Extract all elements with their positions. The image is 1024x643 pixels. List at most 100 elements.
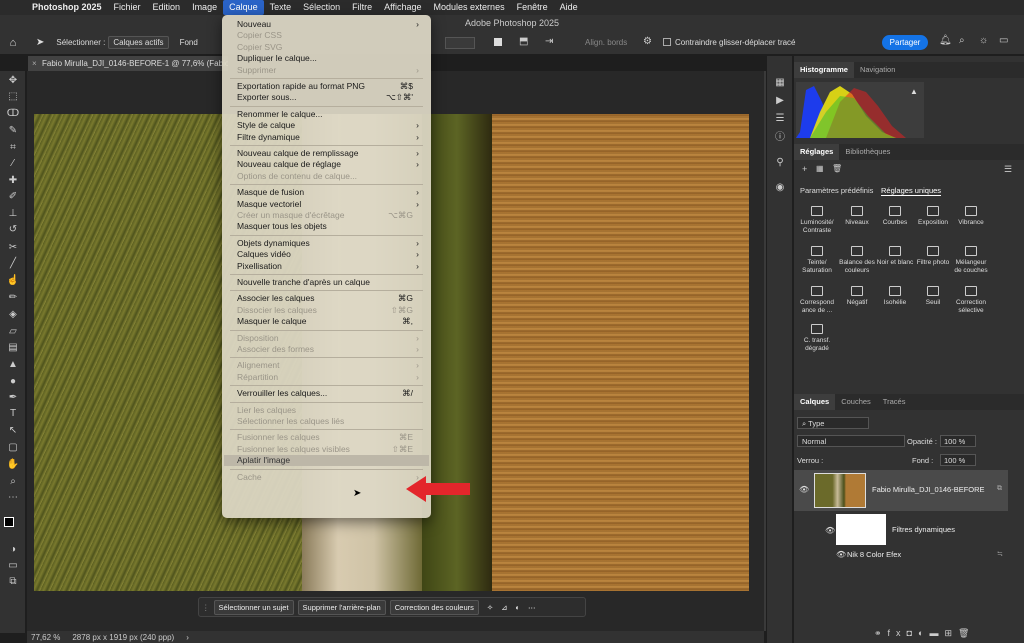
quick-mask-icon[interactable]: ◑ <box>5 543 21 557</box>
menu-item[interactable]: Masquer le calque ⌘, <box>237 316 423 327</box>
adj-curves[interactable]: Courbes <box>876 206 914 227</box>
document-tab[interactable]: × Fabio Mirulla_DJI_0146-BEFORE-1 @ 77,6… <box>28 56 228 71</box>
workspace-icon[interactable]: ▭ <box>999 35 1008 46</box>
new-layer-icon[interactable]: ⊞ <box>944 628 958 638</box>
more-icon[interactable]: ⋯ <box>5 491 21 505</box>
menu-item[interactable]: Nouveau calque de remplissage › <box>237 148 423 159</box>
drag-handle-icon[interactable]: ⋮ <box>202 603 210 612</box>
menu-item[interactable]: Masquer tous les objets <box>237 221 423 232</box>
adj-posterize[interactable]: Isohélie <box>876 286 914 307</box>
history-panel-icon[interactable]: ▦ <box>772 76 788 90</box>
dodge-icon[interactable]: ● <box>5 375 21 389</box>
mask-icon[interactable]: ◐ <box>516 603 521 612</box>
layer-row[interactable]: 👁︎ Fabio Mirulla_DJI_0146-BEFORE ⧉ <box>794 470 1008 511</box>
list-view-icon[interactable]: ☰ <box>1004 164 1012 175</box>
menu-item[interactable]: Aplatir l'image <box>224 455 429 467</box>
menu-item[interactable]: Masque de fusion › <box>237 187 423 198</box>
menu-item[interactable]: Pixellisation › <box>237 261 423 272</box>
adj-color-balance[interactable]: Balance des couleurs <box>838 246 876 275</box>
brush-icon[interactable]: ✐ <box>5 190 21 204</box>
menu-item[interactable]: Nouvelle tranche d'après un calque <box>237 277 423 288</box>
blur-icon[interactable]: ▲ <box>5 358 21 372</box>
eraser-icon[interactable]: ▱ <box>5 325 21 339</box>
adj-color-lookup[interactable]: Correspond ance de ... <box>798 286 836 315</box>
menu-fichier[interactable]: Fichier <box>108 0 147 15</box>
layer-name[interactable]: Fabio Mirulla_DJI_0146-BEFORE <box>872 485 985 494</box>
menu-calque[interactable]: Calque <box>223 0 264 15</box>
info-icon[interactable]: ⓘ <box>772 131 788 145</box>
menu-item[interactable]: Renommer le calque... <box>237 109 423 120</box>
filter-mask-thumbnail[interactable] <box>836 514 886 545</box>
remove-background-button[interactable]: Supprimer l'arrière-plan <box>297 599 386 615</box>
crop-icon[interactable]: ⌗ <box>5 141 21 155</box>
adj-exposure[interactable]: Exposition <box>914 206 952 227</box>
adj-levels[interactable]: Niveaux <box>838 206 876 227</box>
quick-select-icon[interactable]: ✎ <box>5 124 21 138</box>
search-icon[interactable]: ⌕ <box>959 35 965 46</box>
mask-icon[interactable]: ◘ <box>907 628 918 638</box>
tab-channels[interactable]: Couches <box>835 394 877 410</box>
scissors-icon[interactable]: ✂ <box>5 241 21 255</box>
tab-layers[interactable]: Calques <box>794 394 836 410</box>
smart-filters-row[interactable]: 👁︎ Filtres dynamiques <box>794 512 1008 546</box>
menu-texte[interactable]: Texte <box>264 0 298 15</box>
align-icon[interactable]: ⬒ <box>519 36 528 47</box>
menu-item[interactable]: Masque vectoriel › <box>237 199 423 210</box>
transform-icon[interactable]: ⊿ <box>501 603 507 612</box>
menu-image[interactable]: Image <box>186 0 223 15</box>
select-subject-button[interactable]: Sélectionner un sujet <box>213 599 294 615</box>
smudge-icon[interactable]: ☝ <box>5 274 21 288</box>
eyedropper-icon[interactable]: ⁄ <box>5 157 21 171</box>
folder-icon[interactable]: ▬ <box>929 628 944 638</box>
tab-navigation[interactable]: Navigation <box>854 62 901 78</box>
fx-icon[interactable]: fx <box>888 628 907 638</box>
constrain-checkbox[interactable] <box>663 38 671 46</box>
presets-tab[interactable]: Paramètres prédéfinis <box>800 186 873 195</box>
adjustment-icon[interactable]: ◐ <box>918 628 929 638</box>
menu-item[interactable]: Dupliquer le calque... <box>237 53 423 64</box>
pencil-icon[interactable]: ✏ <box>5 291 21 305</box>
opacity-field[interactable]: 100 % <box>940 435 976 447</box>
zoom-level[interactable]: 77,62 % <box>31 633 60 642</box>
adj-photo-filter[interactable]: Filtre photo <box>914 246 952 267</box>
menu-item[interactable]: Exporter sous... ⌥⇧⌘' <box>237 92 423 103</box>
tab-histogram[interactable]: Histogramme <box>794 62 854 78</box>
menu-fenetre[interactable]: Fenêtre <box>511 0 554 15</box>
path-select-icon[interactable]: ↖ <box>5 424 21 438</box>
paths-icon[interactable]: ⚲ <box>772 156 788 170</box>
grid-icon[interactable]: ▦ <box>816 164 824 173</box>
eye-icon[interactable]: 👁︎ <box>799 485 809 494</box>
menu-item[interactable]: Filtre dynamique › <box>237 132 423 143</box>
distribute-icon[interactable]: ⇥ <box>545 36 553 47</box>
pen-brush-icon[interactable]: ╱ <box>5 257 21 271</box>
menu-item[interactable]: Associer les calques ⌘G <box>237 293 423 304</box>
eye-icon[interactable]: 👁︎ <box>836 550 846 559</box>
add-icon[interactable]: + <box>802 164 807 174</box>
menu-item[interactable]: Nouveau calque de réglage › <box>237 159 423 170</box>
more-options-icon[interactable]: ⋯ <box>528 603 536 612</box>
menu-item[interactable]: Exportation rapide au format PNG ⌘$ <box>237 81 423 92</box>
gear-icon[interactable]: ⚙ <box>643 36 652 47</box>
properties-icon[interactable]: ☰ <box>772 112 788 126</box>
fill-field[interactable]: 100 % <box>940 454 976 466</box>
adj-selective-color[interactable]: Correction sélective <box>952 286 990 315</box>
pen-icon[interactable]: ✒ <box>5 391 21 405</box>
foreground-color[interactable] <box>4 517 14 527</box>
tab-adjustments[interactable]: Réglages <box>794 144 840 160</box>
select-dropdown[interactable]: Calques actifs <box>108 36 169 49</box>
adj-invert[interactable]: Négatif <box>838 286 876 307</box>
align-edges-label[interactable]: Align. bords <box>585 38 627 47</box>
menu-item[interactable]: Objets dynamiques › <box>237 238 423 249</box>
trash-icon[interactable]: 🗑︎ <box>958 628 975 638</box>
healing-icon[interactable]: ✚ <box>5 174 21 188</box>
adj-channel-mixer[interactable]: Mélangeur de couches <box>952 246 990 275</box>
discover-icon[interactable]: ☼ <box>979 35 988 46</box>
filter-options-icon[interactable]: ≒ <box>997 550 1003 558</box>
history-brush-icon[interactable]: ↺ <box>5 223 21 237</box>
bell-icon[interactable]: 🔔︎ <box>939 35 952 46</box>
link-icon[interactable]: ⚭ <box>874 628 888 638</box>
adj-hue-saturation[interactable]: Teinte/ Saturation <box>798 246 836 275</box>
screen-mode-icon[interactable]: ▭ <box>5 559 21 573</box>
eye-icon[interactable]: 👁︎ <box>825 526 835 535</box>
move-tool-icon[interactable]: ➤ <box>36 37 44 48</box>
